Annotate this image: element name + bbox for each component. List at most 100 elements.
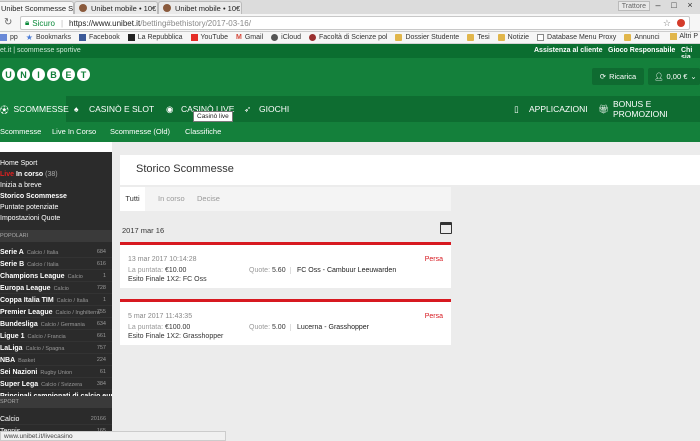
sidebar-home-sport[interactable]: Home Sport — [0, 158, 112, 169]
ricarica-button[interactable]: ⟳ Ricarica — [592, 68, 644, 85]
lock-icon: 🔒︎ — [25, 18, 30, 27]
tab-title: Unibet mobile • 10€ rin — [175, 3, 241, 13]
main-nav: ⚽︎ SCOMMESSE ♠ CASINÒ E SLOT ◉ CASINÒ LI… — [0, 96, 700, 122]
league-item[interactable]: Super Lega Calcio / Svizzera 384 — [0, 379, 112, 390]
league-item[interactable]: Serie A Calcio / Italia 684 — [0, 247, 112, 258]
league-count: 757 — [96, 345, 106, 351]
nav-label: APPLICAZIONI — [529, 104, 588, 114]
account-balance-button[interactable]: 👤︎ 0,00 € ⌄ — [648, 68, 700, 85]
league-item[interactable]: Sei Nazioni Rugby Union 61 — [0, 367, 112, 378]
sidebar-puntate-potenziate[interactable]: Puntate potenziate — [0, 202, 112, 213]
subnav-live-in-corso[interactable]: Live In Corso — [52, 127, 96, 136]
tab-in-corso[interactable]: In corso — [158, 194, 185, 203]
bookmark-gmail[interactable]: M Gmail — [236, 34, 263, 41]
bookmark-annunci[interactable]: Annunci — [624, 34, 660, 41]
calendar-icon[interactable] — [440, 222, 452, 234]
link-gioco-responsabile[interactable]: Gioco Responsabile — [608, 47, 675, 54]
bookmark-facolta[interactable]: Facoltà di Scienze pol — [309, 34, 387, 41]
nav-casino-slot[interactable]: ♠ CASINÒ E SLOT — [74, 96, 154, 122]
balance-value: 0,00 € — [666, 72, 688, 81]
folder-icon — [395, 34, 403, 41]
close-window-icon[interactable]: × — [682, 0, 698, 12]
sidebar-label: Puntate potenziate — [0, 204, 59, 211]
league-item[interactable]: Europa League Calcio 728 — [0, 283, 112, 294]
league-count: 616 — [96, 261, 106, 267]
nav-label: CASINÒ E SLOT — [89, 104, 155, 114]
browser-status-url: www.unibet.it/livecasino — [0, 431, 226, 441]
league-item[interactable]: Serie B Calcio / Italia 616 — [0, 259, 112, 270]
bet-outcome: Esito Finale 1X2: FC Oss — [128, 276, 207, 283]
link-assistenza[interactable]: Assistenza al cliente — [534, 47, 602, 54]
browser-tab-unibet-mobile-1[interactable]: Unibet mobile • 10€ rin × — [74, 1, 158, 14]
tab-tutti[interactable]: Tutti — [120, 187, 145, 211]
league-sub: Calcio / Italia — [26, 250, 59, 256]
folder-icon — [670, 33, 678, 40]
divider: | — [60, 18, 64, 28]
unibet-logo[interactable]: U N I B E T — [2, 68, 90, 81]
league-name: Europa League — [0, 285, 51, 292]
browser-tab-unibet-scommesse[interactable]: Unibet Scommesse Spor × — [0, 1, 74, 14]
bet-datetime: 13 mar 2017 10:14:28 — [128, 256, 197, 263]
league-item[interactable]: Bundesliga Calcio / Germania 634 — [0, 319, 112, 330]
league-sub: Calcio / Italia — [56, 298, 89, 304]
nav-applicazioni[interactable]: ▯ APPLICAZIONI — [514, 96, 588, 122]
league-item[interactable]: NBA Basket 224 — [0, 355, 112, 366]
browser-tab-unibet-mobile-2[interactable]: Unibet mobile • 10€ rin × — [158, 1, 242, 14]
bet-card[interactable]: 5 mar 2017 11:43:35 Persa La puntata: €1… — [120, 299, 451, 345]
sidebar-inizia-a-breve[interactable]: Inizia a breve — [0, 180, 112, 191]
tab-decise[interactable]: Decise — [197, 194, 220, 203]
bookmark-la-repubblica[interactable]: La Repubblica — [127, 34, 183, 41]
bookmark-notizie[interactable]: Notizie — [497, 34, 529, 41]
bet-status: Persa — [424, 313, 443, 320]
stake-value: €100.00 — [164, 324, 191, 331]
bookmark-facebook[interactable]: Facebook — [78, 34, 120, 41]
url-field[interactable]: 🔒︎ Sicuro | https://www.unibet.it /betti… — [20, 16, 690, 30]
bookmark-youtube[interactable]: YouTube — [190, 34, 228, 41]
bookmark-dossier-studente[interactable]: Dossier Studente — [395, 34, 459, 41]
league-name: Super Lega — [0, 381, 39, 388]
nav-bonus-promozioni[interactable]: 🎁︎ BONUS E PROMOZIONI — [598, 96, 700, 122]
league-item[interactable]: Coppa Italia TIM Calcio / Italia 1 — [0, 295, 112, 306]
sidebar-live-in-corso[interactable]: Live In corso (38) — [0, 169, 112, 180]
maximize-icon[interactable]: □ — [666, 0, 682, 12]
extension-icon[interactable] — [677, 19, 685, 27]
bookmark-label: iCloud — [281, 34, 301, 41]
bookmark-database-menu-proxy[interactable]: Database Menu Proxy — [537, 34, 616, 41]
bookmark-tesi[interactable]: Tesi — [467, 34, 490, 41]
minimize-icon[interactable]: – — [650, 0, 666, 12]
sidebar: Home Sport Live In corso (38) Inizia a b… — [0, 152, 119, 441]
sidebar-storico-scommesse[interactable]: Storico Scommesse — [0, 191, 112, 202]
apple-icon — [271, 34, 279, 41]
bookmark-bookmarks[interactable]: ★ Bookmarks — [26, 34, 71, 42]
folder-icon — [497, 34, 505, 41]
bookmark-icloud[interactable]: iCloud — [271, 34, 301, 41]
tab-title: Unibet Scommesse Spor — [1, 3, 74, 13]
sub-nav: Scommesse Live In Corso Scommesse (Old) … — [0, 122, 700, 142]
league-sub: Rugby Union — [40, 370, 73, 376]
reload-icon[interactable]: ↻ — [4, 17, 12, 28]
subnav-classifiche[interactable]: Classifiche — [185, 127, 221, 136]
globe-icon — [309, 34, 316, 41]
facebook-icon — [78, 34, 86, 41]
rocket-icon: ➶ — [244, 104, 252, 114]
league-item[interactable]: Champions League Calcio 1 — [0, 271, 112, 282]
bet-card[interactable]: 13 mar 2017 10:14:28 Persa La puntata: €… — [120, 242, 451, 288]
bookmark-star-icon[interactable]: ☆ — [663, 18, 671, 29]
sidebar-impostazioni-quote[interactable]: Impostazioni Quote — [0, 213, 112, 224]
sport-item[interactable]: Calcio 20166 — [0, 414, 112, 425]
bookmark-apps[interactable]: pp — [0, 34, 18, 41]
league-name: NBA — [0, 357, 16, 364]
nav-scommesse[interactable]: ⚽︎ SCOMMESSE — [0, 96, 69, 122]
subnav-scommesse-old[interactable]: Scommesse (Old) — [110, 127, 170, 136]
profile-badge[interactable]: Trattore — [617, 1, 650, 11]
bookmark-other[interactable]: Altri P — [670, 33, 698, 40]
league-item[interactable]: Premier League Calcio / Inghilterra 755 — [0, 307, 112, 318]
league-item[interactable]: Ligue 1 Calcio / Francia 661 — [0, 331, 112, 342]
nav-giochi[interactable]: ➶ GIOCHI — [244, 96, 289, 122]
ricarica-label: Ricarica — [609, 72, 637, 81]
popular-section-header: POPOLARI — [0, 230, 112, 242]
bet-match: Lucerna - Grasshopper — [290, 324, 369, 331]
bookmark-label: Facoltà di Scienze pol — [319, 34, 388, 41]
subnav-scommesse[interactable]: Scommesse — [0, 127, 41, 136]
league-item[interactable]: LaLiga Calcio / Spagna 757 — [0, 343, 112, 354]
